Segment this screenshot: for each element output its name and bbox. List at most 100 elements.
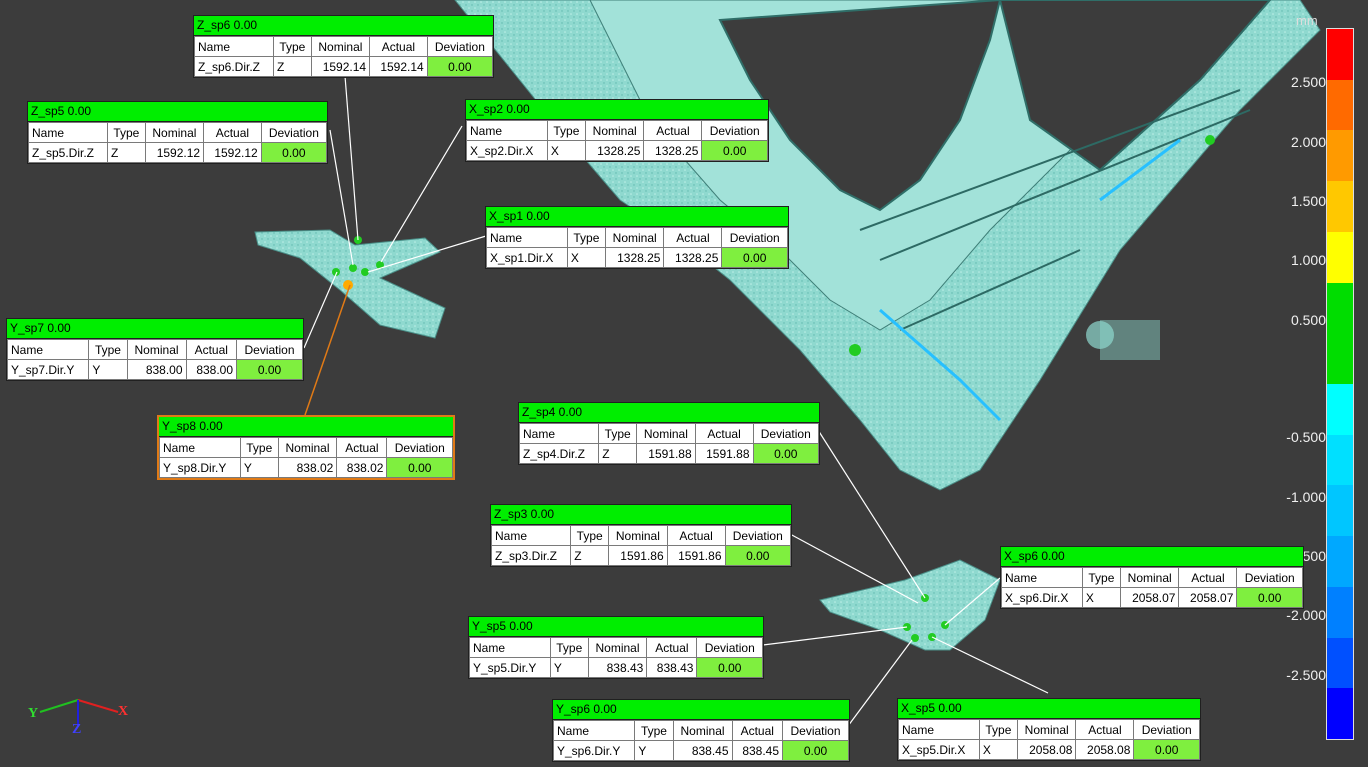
legend-color-band [1327,485,1353,537]
column-header: Type [978,719,1018,740]
column-header: Name [466,120,548,141]
column-header: Name [518,423,600,444]
cell-deviation: 0.00 [724,545,791,566]
callout-title[interactable]: X_sp5 0.00 [898,699,1200,719]
callout-z-sp6[interactable]: Z_sp6 0.00 Name Type Nominal Actual Deviation… [193,15,494,78]
column-header: Nominal [1016,719,1077,740]
column-header: Type [546,120,586,141]
cell-nominal: 1591.86 [608,545,668,566]
column-header: Nominal [604,227,665,248]
cell-deviation: 0.00 [696,657,763,678]
cell-type: X [1081,587,1121,608]
cell-type: Z [598,443,638,464]
callout-y-sp7[interactable]: Y_sp7 0.00 Name Type Nominal Actual Deviation… [6,318,304,381]
callout-title[interactable]: X_sp1 0.00 [486,207,788,227]
cell-type: Y [634,740,674,761]
column-header: Name [898,719,980,740]
axis-y-label: Y [28,706,39,721]
column-header: Type [570,525,610,546]
cell-nominal: 1328.25 [584,140,645,161]
cell-nominal: 838.02 [277,457,338,478]
callout-table: Name Type Nominal Actual Deviation X_sp1.Dir.… [486,227,788,268]
cell-type: Z [272,56,312,77]
callout-y-sp6[interactable]: Y_sp6 0.00 Name Type Nominal Actual Deviation… [552,699,850,762]
callout-z-sp5[interactable]: Z_sp5 0.00 Name Type Nominal Actual Deviation… [27,101,328,164]
legend-color-band [1327,333,1353,385]
legend-tick-label: -2.000 [1286,607,1326,623]
cell-name: Y_sp8.Dir.Y [159,457,241,478]
legend-tick-label: 0.500 [1290,312,1326,328]
callout-title[interactable]: Z_sp5 0.00 [28,102,327,122]
callout-title[interactable]: Y_sp8 0.00 [159,417,453,437]
callout-title[interactable]: Y_sp6 0.00 [553,700,849,720]
column-header: Name [490,525,572,546]
legend-color-band [1327,384,1353,435]
column-header: Actual [666,525,726,546]
callout-title[interactable]: Z_sp6 0.00 [194,16,493,36]
legend-color-band [1327,181,1353,232]
column-header: Nominal [277,437,338,458]
column-header: Deviation [721,227,788,248]
cell-actual: 1591.86 [666,545,726,566]
column-header: Type [566,227,606,248]
callout-title[interactable]: Z_sp3 0.00 [491,505,791,525]
cell-type: X [566,247,606,268]
column-header: Name [552,720,636,741]
column-header: Nominal [126,339,187,360]
cell-type: X [978,739,1018,760]
column-header: Name [469,637,551,658]
legend-unit: mm [1296,13,1318,28]
cell-type: Y [239,457,279,478]
cell-deviation: 0.00 [721,247,788,268]
cell-actual: 1592.14 [369,56,428,77]
column-header: Deviation [386,437,453,458]
callout-x-sp6[interactable]: X_sp6 0.00 Name Type Nominal Actual Deviation… [1000,546,1304,609]
cell-nominal: 1592.14 [310,56,371,77]
callout-table: Name Type Nominal Actual Deviation X_sp5.Dir.… [898,719,1200,760]
column-header: Actual [646,637,698,658]
column-header: Deviation [724,525,791,546]
column-header: Actual [336,437,388,458]
callout-title[interactable]: X_sp6 0.00 [1001,547,1303,567]
callout-x-sp1[interactable]: X_sp1 0.00 Name Type Nominal Actual Deviation… [485,206,789,269]
callout-title[interactable]: X_sp2 0.00 [466,100,768,120]
cell-type: Z [106,142,146,163]
cell-actual: 1328.25 [643,140,703,161]
callout-title[interactable]: Y_sp7 0.00 [7,319,303,339]
column-header: Name [194,36,274,57]
callout-table: Name Type Nominal Actual Deviation X_sp6.Dir.… [1001,567,1303,608]
cell-nominal: 2058.07 [1119,587,1180,608]
cell-actual: 1328.25 [663,247,723,268]
cell-name: Z_sp3.Dir.Z [490,545,572,566]
legend-tick-label: -0.500 [1286,429,1326,445]
legend-color-band [1327,688,1353,740]
callout-y-sp8[interactable]: Y_sp8 0.00 Name Type Nominal Actual Deviation… [157,415,455,480]
cell-actual: 838.45 [731,740,784,761]
callout-title[interactable]: Y_sp5 0.00 [469,617,763,637]
cell-deviation: 0.00 [260,142,328,163]
column-header: Nominal [636,423,696,444]
callout-table: Name Type Nominal Actual Deviation Y_sp6.Dir.… [552,720,849,761]
column-header: Nominal [584,120,645,141]
cell-deviation: 0.00 [1133,739,1200,760]
legend-color-band [1327,586,1353,638]
column-header: Type [272,36,312,57]
callout-table: Name Type Nominal Actual Deviation Z_sp5.Dir.… [28,122,328,163]
leader-line-selected [304,284,351,416]
callout-y-sp5[interactable]: Y_sp5 0.00 Name Type Nominal Actual Deviation… [468,616,764,679]
cell-deviation: 0.00 [236,359,303,380]
cell-name: Y_sp6.Dir.Y [552,740,636,761]
column-header: Type [549,637,589,658]
callout-x-sp2[interactable]: X_sp2 0.00 Name Type Nominal Actual Deviation… [465,99,769,162]
column-header: Nominal [144,122,205,143]
callout-title[interactable]: Z_sp4 0.00 [519,403,819,423]
cell-actual: 838.43 [646,657,698,678]
column-header: Nominal [310,36,371,57]
cell-actual: 2058.08 [1075,739,1135,760]
callout-z-sp4[interactable]: Z_sp4 0.00 Name Type Nominal Actual Deviation… [518,402,820,465]
callout-z-sp3[interactable]: Z_sp3 0.00 Name Type Nominal Actual Deviation… [490,504,792,567]
axis-x-label: X [118,704,129,719]
callout-x-sp5[interactable]: X_sp5 0.00 Name Type Nominal Actual Deviation… [897,698,1201,761]
color-legend [1326,28,1354,740]
column-header: Nominal [1119,567,1180,588]
